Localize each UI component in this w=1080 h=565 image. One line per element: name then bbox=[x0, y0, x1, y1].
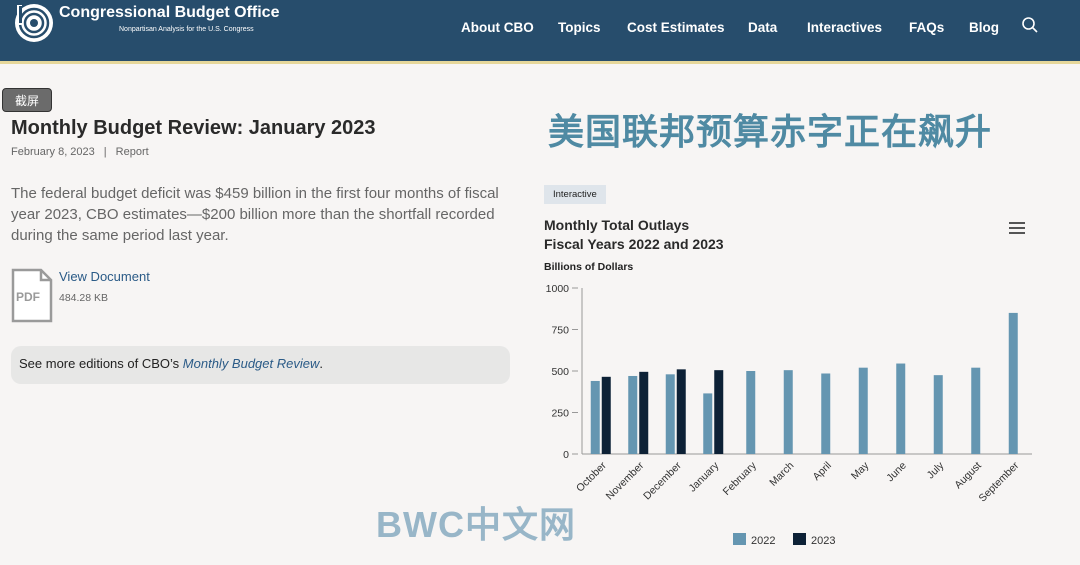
bar-2022-january bbox=[703, 393, 713, 454]
y-tick-label: 0 bbox=[563, 449, 569, 461]
x-tick-label: July bbox=[925, 459, 947, 481]
chart-title-line2: Fiscal Years 2022 and 2023 bbox=[544, 236, 724, 252]
x-tick-label: January bbox=[686, 459, 721, 494]
nav-interactives[interactable]: Interactives bbox=[807, 20, 882, 35]
interactive-badge: Interactive bbox=[544, 185, 606, 204]
bar-2022-august bbox=[971, 367, 981, 454]
meta-separator: | bbox=[103, 146, 107, 158]
more-editions-suffix: . bbox=[319, 356, 323, 371]
publish-date: February 8, 2023 bbox=[11, 146, 95, 158]
y-tick-label: 750 bbox=[551, 325, 569, 337]
site-header: Congressional Budget Office Nonpartisan … bbox=[0, 0, 1080, 64]
overlay-headline: 美国联邦预算赤字正在飙升 bbox=[548, 111, 993, 152]
nav-faqs[interactable]: FAQs bbox=[909, 20, 944, 35]
bar-2022-march bbox=[783, 370, 793, 454]
legend-swatch-2022 bbox=[733, 533, 746, 545]
y-tick-label: 500 bbox=[551, 366, 569, 378]
bar-2022-october bbox=[590, 380, 600, 454]
nav-topics[interactable]: Topics bbox=[558, 20, 601, 35]
bar-2022-june bbox=[896, 363, 906, 454]
y-tick-label: 1000 bbox=[546, 283, 570, 295]
x-tick-label: April bbox=[811, 460, 834, 483]
cbo-logo-icon[interactable] bbox=[13, 2, 55, 44]
bar-2022-may bbox=[858, 367, 868, 454]
x-tick-label: September bbox=[977, 459, 1022, 504]
watermark-text: BWC中文网 bbox=[376, 504, 576, 545]
article-type[interactable]: Report bbox=[116, 146, 149, 158]
monthly-budget-review-link[interactable]: Monthly Budget Review bbox=[183, 356, 320, 371]
more-editions-prefix: See more editions of CBO’s bbox=[19, 356, 183, 371]
outlays-bar-chart: 0 250 500 750 1000 OctoberNovemberDecember Jan… bbox=[546, 283, 1032, 547]
chart-menu-icon[interactable] bbox=[1009, 222, 1025, 235]
x-tick-label: March bbox=[767, 460, 796, 489]
pdf-file-icon[interactable]: PDF bbox=[11, 268, 53, 323]
bar-2022-april bbox=[821, 373, 831, 454]
bar-2023-november bbox=[639, 371, 649, 454]
x-tick-label: December bbox=[641, 459, 684, 502]
chart-title: Monthly Total Outlays Fiscal Years 2022 … bbox=[544, 216, 724, 254]
more-editions-box: See more editions of CBO’s Monthly Budge… bbox=[11, 346, 510, 384]
chart-unit-label: Billions of Dollars bbox=[544, 261, 634, 273]
x-tick-label: November bbox=[604, 459, 647, 502]
nav-cost-estimates[interactable]: Cost Estimates bbox=[627, 20, 725, 35]
bar-2022-july bbox=[933, 375, 943, 454]
bar-2023-december bbox=[676, 369, 686, 454]
view-document-link[interactable]: View Document bbox=[59, 269, 150, 284]
bar-2022-september bbox=[1008, 312, 1018, 454]
x-tick-label: February bbox=[721, 459, 760, 498]
nav-blog[interactable]: Blog bbox=[969, 20, 999, 35]
x-tick-label: August bbox=[952, 460, 984, 492]
x-tick-label: May bbox=[849, 459, 872, 482]
brand-subtitle: Nonpartisan Analysis for the U.S. Congre… bbox=[119, 26, 254, 33]
legend-label-2022: 2022 bbox=[751, 535, 775, 547]
nav-data[interactable]: Data bbox=[748, 20, 777, 35]
bar-2023-october bbox=[601, 376, 611, 454]
pdf-label: PDF bbox=[16, 290, 40, 304]
x-tick-label: October bbox=[574, 459, 609, 494]
screenshot-tag: 截屏 bbox=[2, 88, 52, 112]
document-size: 484.28 KB bbox=[59, 292, 109, 304]
nav-about[interactable]: About CBO bbox=[461, 20, 534, 35]
bar-2022-november bbox=[628, 375, 638, 454]
x-tick-label: June bbox=[884, 460, 909, 485]
search-icon[interactable] bbox=[1021, 16, 1039, 34]
article-meta: February 8, 2023 | Report bbox=[11, 146, 149, 158]
legend-swatch-2023 bbox=[793, 533, 806, 545]
page-title: Monthly Budget Review: January 2023 bbox=[11, 117, 376, 139]
brand-title[interactable]: Congressional Budget Office bbox=[59, 4, 279, 22]
chart-title-line1: Monthly Total Outlays bbox=[544, 217, 690, 233]
bar-2022-december bbox=[665, 374, 675, 454]
bar-2023-january bbox=[714, 370, 724, 454]
legend-label-2023: 2023 bbox=[811, 535, 835, 547]
bar-2022-february bbox=[746, 371, 756, 454]
y-tick-label: 250 bbox=[551, 408, 569, 420]
article-summary: The federal budget deficit was $459 bill… bbox=[11, 185, 499, 244]
